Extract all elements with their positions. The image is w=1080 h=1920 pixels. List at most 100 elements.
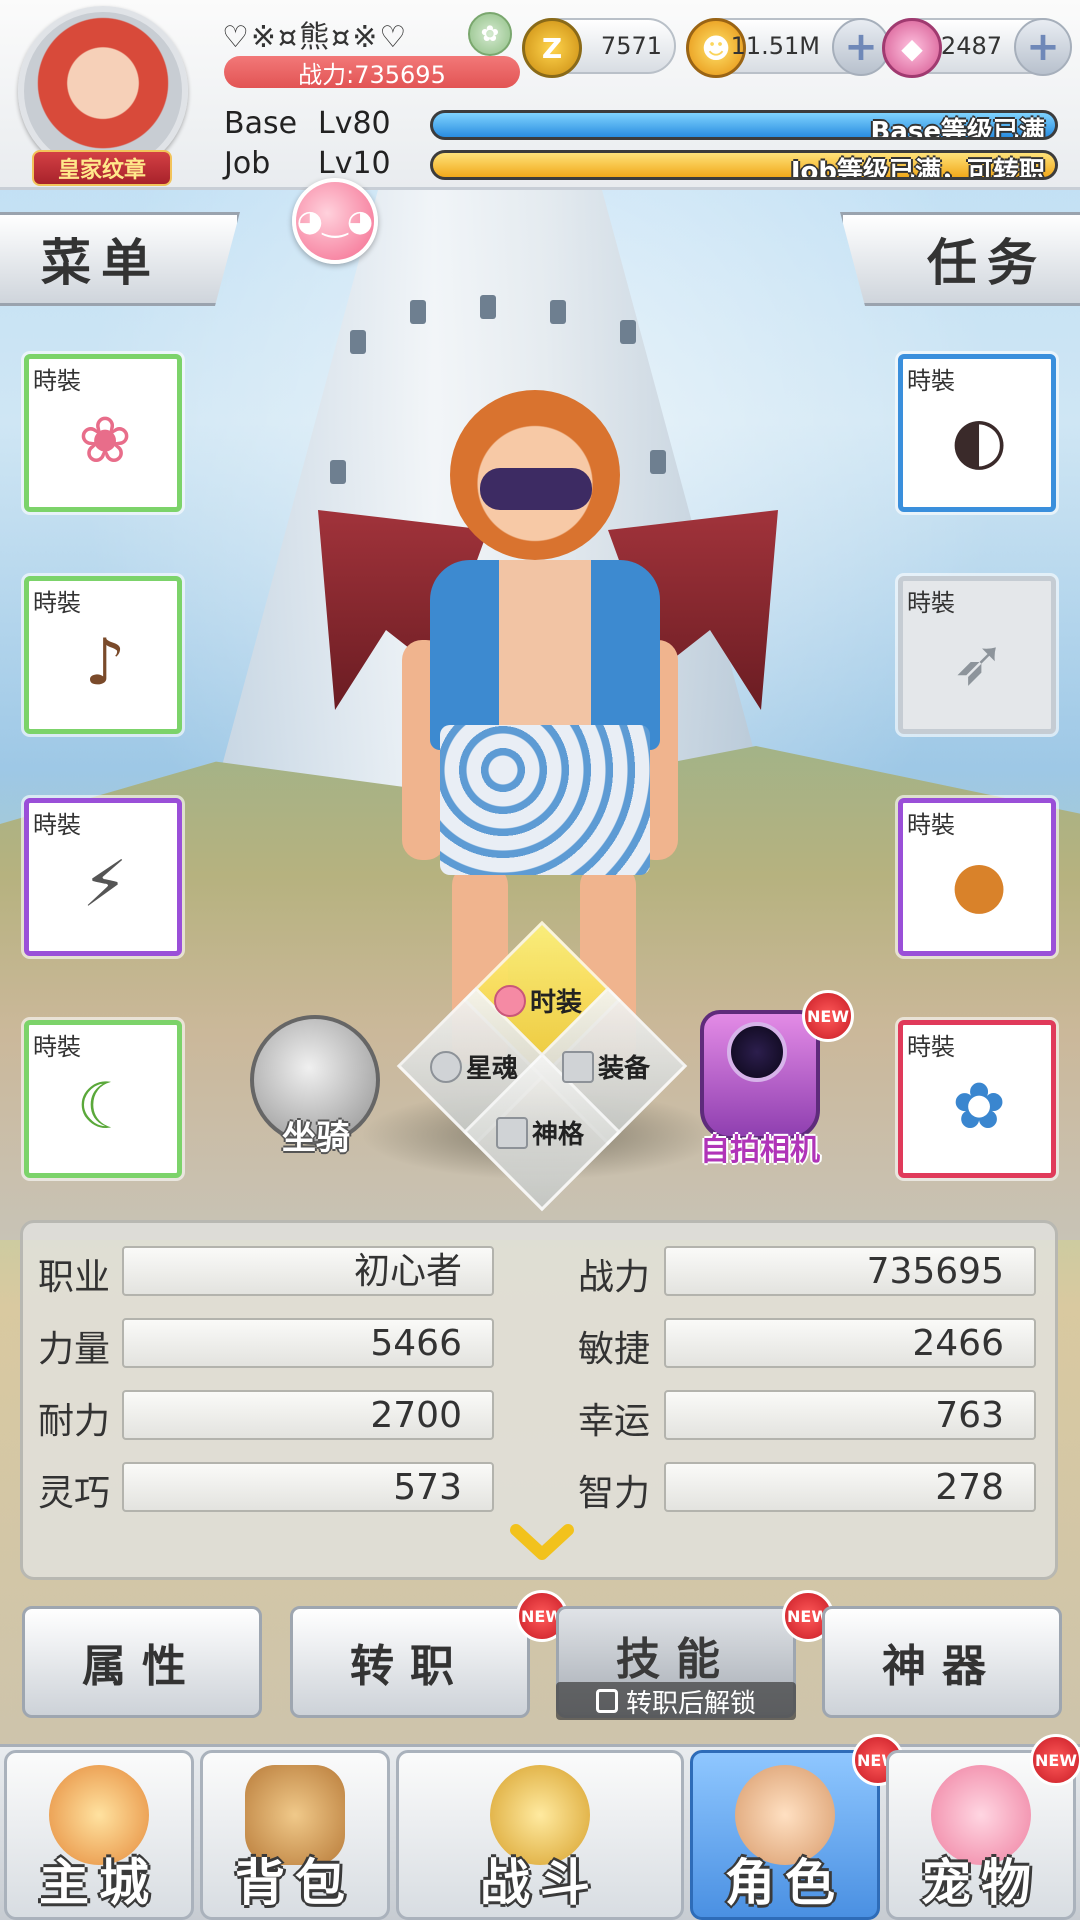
new-badge: NEW — [802, 990, 854, 1042]
lock-icon — [595, 1689, 618, 1713]
nav-character[interactable]: 角色 — [690, 1750, 880, 1920]
poring-pet-icon[interactable]: ◕‿◕ — [292, 178, 378, 264]
tower-window — [410, 300, 426, 324]
star-soul-menu-item[interactable]: 星魂 — [430, 1048, 518, 1085]
slot-tag: 時裝 — [907, 1033, 955, 1061]
tower-window — [480, 295, 496, 319]
z-coin-icon: Z — [522, 18, 582, 78]
fashion-slot-hair[interactable]: 時裝 ● — [898, 798, 1056, 956]
add-gems-button[interactable]: + — [1014, 18, 1072, 76]
stat-label-agi: 敏捷 — [578, 1329, 651, 1370]
gold-value: 11.51M — [730, 32, 820, 60]
armor-icon — [562, 1050, 594, 1083]
stat-label-power: 战力 — [578, 1257, 651, 1298]
nav-backpack[interactable]: 背包 — [200, 1750, 390, 1920]
nav-label: 宠物 — [921, 1854, 1041, 1912]
star-soul-label: 星魂 — [466, 1054, 519, 1084]
equipment-menu-item[interactable]: 装备 — [562, 1048, 650, 1085]
slot-tag: 時裝 — [33, 811, 81, 839]
fashion-slot-tail[interactable]: 時裝 ☾ — [24, 1020, 182, 1178]
job-change-tab[interactable]: 转职 — [290, 1606, 530, 1718]
nav-label: 背包 — [235, 1854, 355, 1912]
hawaiian-outfit-icon: ✿ — [952, 1070, 1006, 1144]
tower-window — [650, 450, 666, 474]
selfie-camera-label[interactable]: 自拍相机 — [700, 1125, 820, 1169]
character-torso — [430, 560, 660, 750]
fashion-label: 时装 — [530, 988, 583, 1018]
nav-label: 战斗 — [480, 1854, 600, 1912]
tower-window — [330, 460, 346, 484]
slot-tag: 時裝 — [907, 811, 955, 839]
attributes-tab[interactable]: 属性 — [22, 1606, 262, 1718]
stat-label-int: 智力 — [578, 1473, 651, 1514]
currency-zeny: Z 7571 — [522, 18, 676, 78]
nav-label: 角色 — [725, 1854, 845, 1912]
eye-mask-icon: ◐ — [951, 404, 1007, 478]
tower-window — [550, 300, 566, 324]
stat-value-vit: 2700 — [122, 1390, 494, 1440]
nav-battle[interactable]: 战斗 — [396, 1750, 684, 1920]
character-mask — [480, 468, 592, 510]
stat-label-str: 力量 — [38, 1329, 111, 1370]
mount-label[interactable]: 坐骑 — [282, 1110, 350, 1159]
base-level: Lv80 — [318, 106, 391, 141]
character-shorts — [440, 725, 650, 875]
cube-icon — [496, 1116, 528, 1149]
stat-value-dex: 573 — [122, 1462, 494, 1512]
flower-crown-icon: ❀ — [78, 404, 132, 478]
tasks-tab[interactable]: 任务 — [840, 212, 1080, 306]
star-soul-icon — [430, 1050, 462, 1083]
currency-gems: ◆ 2487 + — [882, 18, 1072, 78]
tower-window — [620, 320, 636, 344]
base-label: Base — [224, 106, 298, 141]
poring-icon — [494, 984, 526, 1017]
slot-tag: 時裝 — [33, 589, 81, 617]
stat-value-int: 278 — [664, 1462, 1036, 1512]
zeny-value: 7571 — [600, 32, 662, 60]
expand-chevron-icon[interactable] — [510, 1522, 574, 1562]
skills-lock-note: 转职后解锁 — [556, 1682, 796, 1720]
slot-tag: 時裝 — [33, 367, 81, 395]
new-badge: NEW — [1030, 1734, 1080, 1786]
equipment-label: 装备 — [598, 1054, 651, 1084]
stat-value-power: 735695 — [664, 1246, 1036, 1296]
job-level: Lv10 — [318, 146, 391, 181]
fashion-slot-weapon[interactable]: 時裝 ➶ — [898, 576, 1056, 734]
tower-window — [350, 330, 366, 354]
job-exp-bar: Job等级已满，可转职 — [430, 150, 1058, 180]
slot-tag: 時裝 — [33, 1033, 81, 1061]
fashion-slot-face[interactable]: 時裝 ◐ — [898, 354, 1056, 512]
stat-label-luk: 幸运 — [578, 1401, 651, 1442]
pipe-icon: ♪ — [84, 626, 126, 700]
pink-gem-icon: ◆ — [882, 18, 942, 78]
currency-gold: ☻ 11.51M + — [686, 18, 890, 78]
base-exp-bar: Base等级已满 — [430, 110, 1058, 140]
nav-label: 主城 — [39, 1854, 159, 1912]
stat-value-str: 5466 — [122, 1318, 494, 1368]
divinity-label: 神格 — [532, 1120, 585, 1150]
bat-wings-icon: ⚡ — [82, 848, 128, 922]
job-label: Job — [224, 146, 271, 181]
combat-power-label: 战力:735695 — [224, 56, 520, 89]
menu-tab[interactable]: 菜单 — [0, 212, 240, 306]
divinity-menu-item[interactable]: 神格 — [496, 1114, 584, 1151]
green-tail-icon: ☾ — [76, 1070, 134, 1144]
stat-value-agi: 2466 — [664, 1318, 1036, 1368]
artifact-tab[interactable]: 神器 — [822, 1606, 1062, 1718]
stat-label-vit: 耐力 — [38, 1401, 111, 1442]
nav-main-city[interactable]: 主城 — [4, 1750, 194, 1920]
wig-icon: ● — [951, 848, 1007, 922]
fashion-slot-back[interactable]: 時裝 ⚡ — [24, 798, 182, 956]
guild-emblem-icon[interactable]: ✿ — [468, 12, 512, 56]
stat-label-dex: 灵巧 — [38, 1473, 111, 1514]
slot-tag: 時裝 — [907, 589, 955, 617]
fashion-slot-mouth[interactable]: 時裝 ♪ — [24, 576, 182, 734]
fashion-menu-item[interactable]: 时装 — [494, 982, 582, 1019]
player-name: ♡※¤熊¤※♡ — [222, 20, 409, 55]
fashion-slot-headwear[interactable]: 時裝 ❀ — [24, 354, 182, 512]
fashion-slot-outfit[interactable]: 時裝 ✿ — [898, 1020, 1056, 1178]
job-exp-status: Job等级已满，可转职 — [790, 157, 1045, 180]
stat-value-luk: 763 — [664, 1390, 1036, 1440]
stat-value-class: 初心者 — [122, 1246, 494, 1296]
royal-emblem-badge[interactable]: 皇家纹章 — [32, 150, 172, 186]
